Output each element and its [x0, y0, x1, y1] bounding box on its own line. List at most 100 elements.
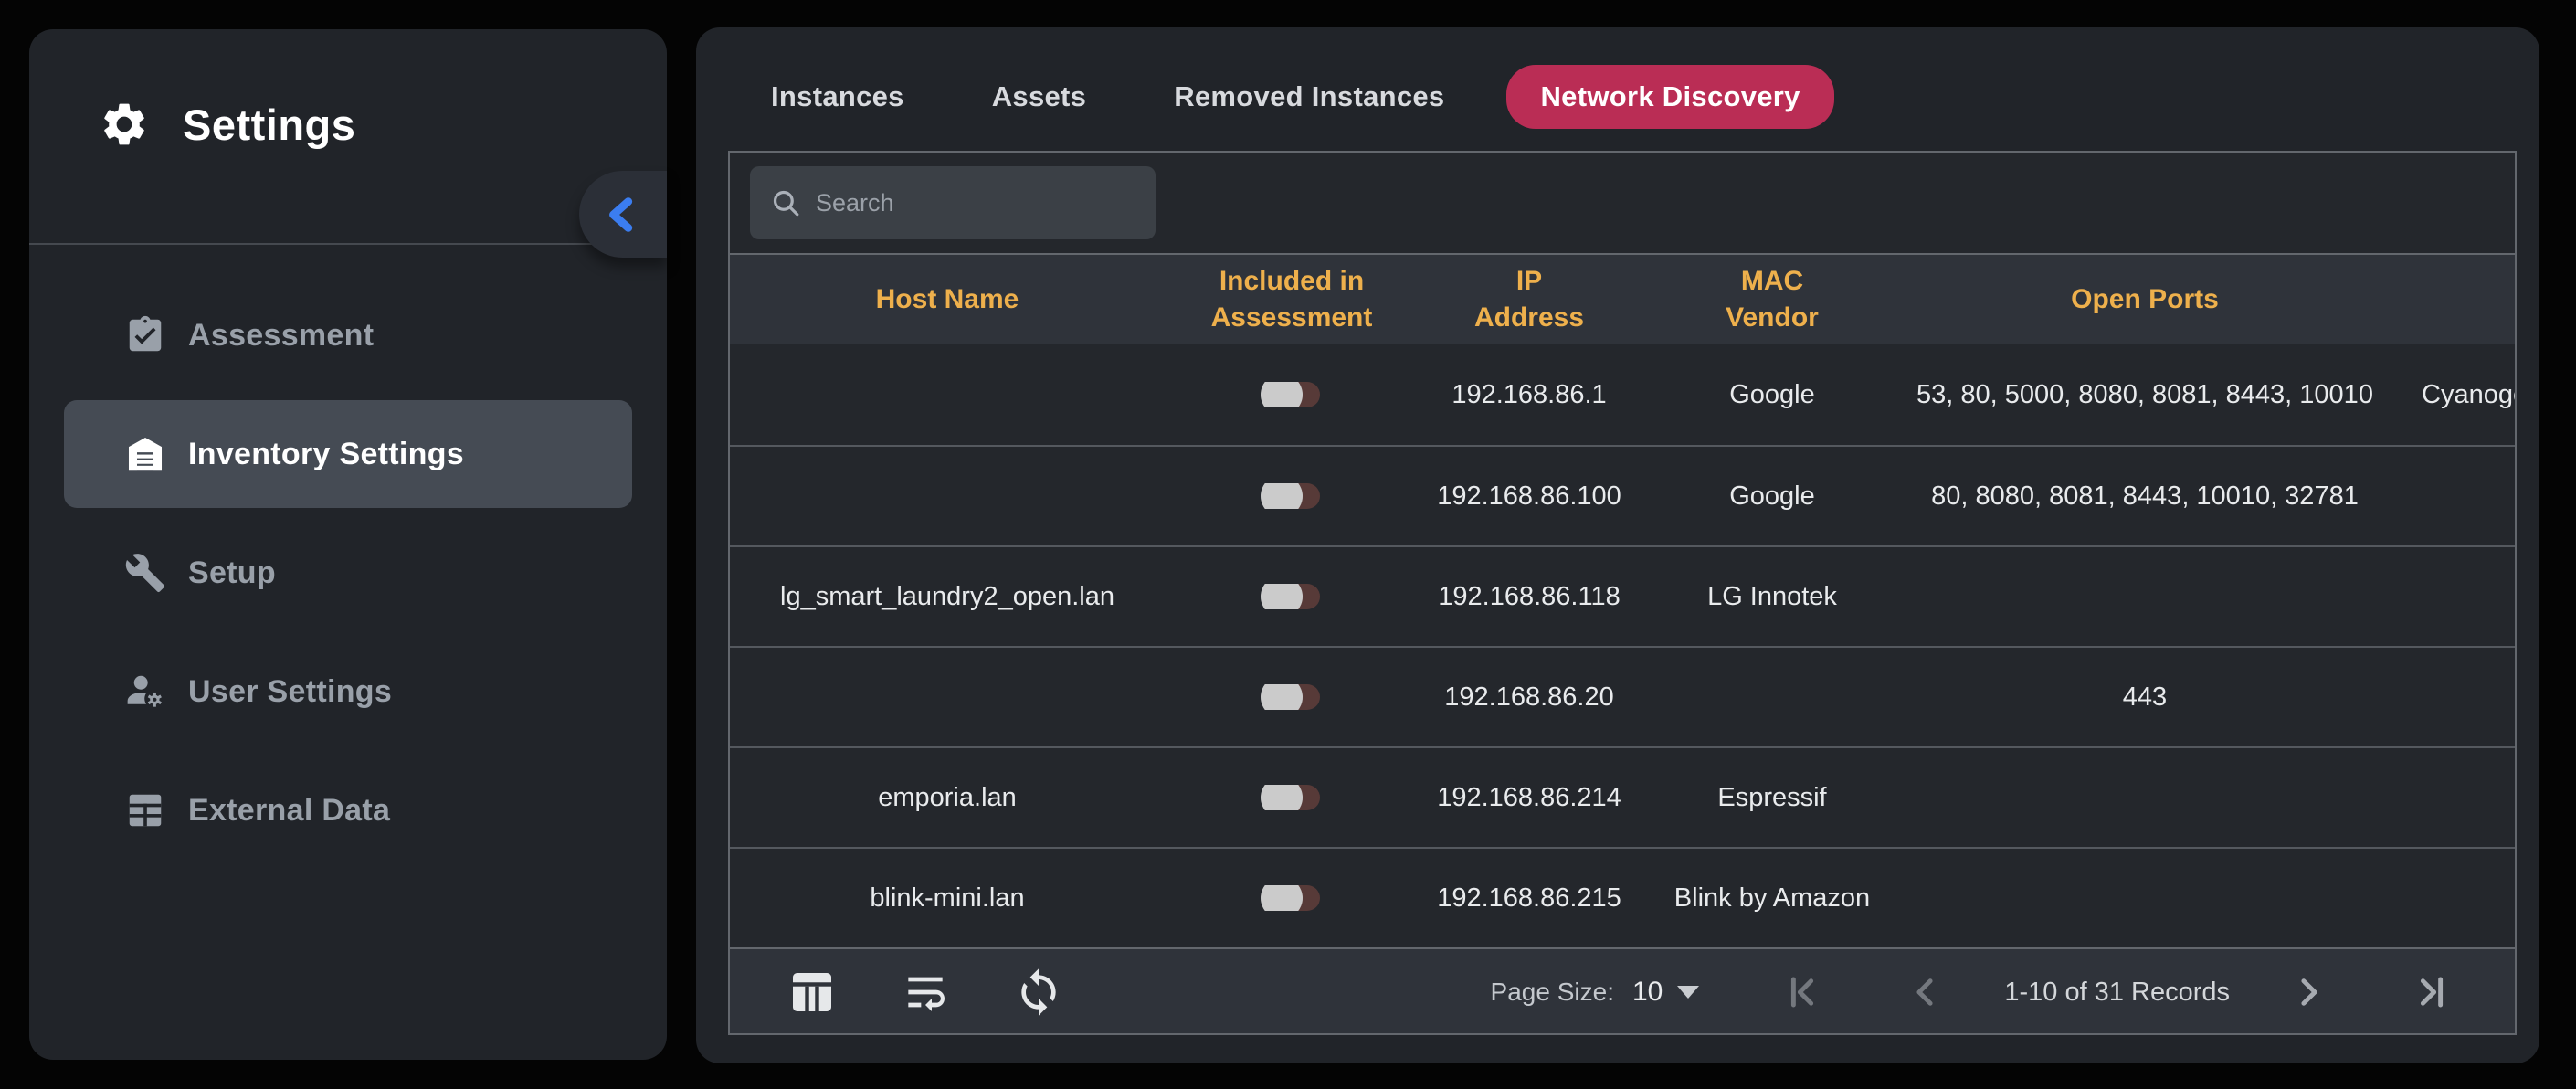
gear-icon	[99, 99, 150, 150]
sidebar-item-user-settings[interactable]: User Settings	[64, 638, 632, 745]
sidebar-item-assessment[interactable]: Assessment	[64, 281, 632, 389]
cell-mac-vendor: Blink by Amazon	[1640, 883, 1905, 914]
page-title: Settings	[183, 100, 355, 150]
column-header-mac-vendor[interactable]: MAC Vendor	[1640, 263, 1905, 337]
table-row: emporia.lan 192.168.86.214 Espressif	[730, 746, 2515, 847]
cell-open-ports: 443	[1905, 682, 2385, 713]
sidebar-header: Settings	[29, 29, 667, 150]
sidebar-item-setup[interactable]: Setup	[64, 519, 632, 627]
sidebar-item-label: Setup	[188, 555, 276, 591]
included-toggle-off[interactable]	[1263, 483, 1320, 509]
next-page-button[interactable]	[2290, 973, 2328, 1011]
included-toggle-off[interactable]	[1263, 684, 1320, 710]
cell-ip-address: 192.168.86.1	[1419, 380, 1640, 410]
caret-down-icon	[1677, 986, 1699, 999]
cell-included-toggle	[1165, 885, 1419, 911]
cell-host-name: lg_smart_laundry2_open.lan	[730, 582, 1165, 612]
grid-toolbar	[730, 153, 2515, 253]
column-chooser-icon	[787, 967, 838, 1018]
column-header-ip-address[interactable]: IP Address	[1419, 263, 1640, 337]
toggle-knob	[1261, 483, 1303, 509]
cell-host-name: emporia.lan	[730, 783, 1165, 813]
cell-mac-vendor: Google	[1640, 380, 1905, 410]
cell-mac-vendor: Espressif	[1640, 783, 1905, 813]
tab-removed-instances[interactable]: Removed Instances	[1174, 80, 1444, 113]
cell-ip-address: 192.168.86.214	[1419, 783, 1640, 813]
refresh-button[interactable]	[1013, 967, 1064, 1018]
search-input[interactable]	[816, 189, 1126, 217]
cell-ip-address: 192.168.86.100	[1419, 481, 1640, 512]
tab-network-discovery[interactable]: Network Discovery	[1506, 65, 1833, 129]
cell-included-toggle	[1165, 382, 1419, 407]
cell-ip-address: 192.168.86.215	[1419, 883, 1640, 914]
cell-open-ports: 80, 8080, 8081, 8443, 10010, 32781	[1905, 481, 2385, 512]
cell-mac-vendor: LG Innotek	[1640, 582, 1905, 612]
search-box	[750, 166, 1156, 239]
sidebar-item-label: External Data	[188, 793, 390, 829]
sidebar-divider	[29, 243, 667, 245]
table-row: 192.168.86.1 Google 53, 80, 5000, 8080, …	[730, 344, 2515, 445]
last-page-button[interactable]	[2412, 973, 2451, 1011]
grid-pager: Page Size: 10 1-10 of 31 Records	[730, 947, 2515, 1035]
first-page-icon	[1783, 973, 1821, 1011]
sidebar-collapse-button[interactable]	[579, 171, 667, 258]
chevron-left-icon	[1906, 973, 1944, 1011]
first-page-button[interactable]	[1783, 973, 1821, 1011]
toggle-knob	[1261, 684, 1303, 710]
clipboard-check-icon	[124, 314, 166, 356]
sidebar-item-external-data[interactable]: External Data	[64, 756, 632, 864]
table-header-row: Host Name Included in Assessment IP Addr…	[730, 253, 2515, 344]
cell-ip-address: 192.168.86.118	[1419, 582, 1640, 612]
wrap-text-button[interactable]	[900, 967, 951, 1018]
main-panel: Instances Assets Removed Instances Netwo…	[696, 27, 2539, 1063]
toggle-knob	[1261, 785, 1303, 810]
cell-included-toggle	[1165, 483, 1419, 509]
sidebar-item-inventory-settings[interactable]: Inventory Settings	[64, 400, 632, 508]
cell-included-toggle	[1165, 785, 1419, 810]
included-toggle-off[interactable]	[1263, 584, 1320, 609]
warehouse-icon	[124, 433, 166, 475]
table-row: 192.168.86.100 Google 80, 8080, 8081, 84…	[730, 445, 2515, 545]
wrench-icon	[124, 552, 166, 594]
last-page-icon	[2412, 973, 2451, 1011]
chevron-left-icon	[602, 194, 644, 236]
table-row: lg_smart_laundry2_open.lan 192.168.86.11…	[730, 545, 2515, 646]
search-icon	[770, 187, 801, 218]
cell-host-name: blink-mini.lan	[730, 883, 1165, 914]
included-toggle-off[interactable]	[1263, 885, 1320, 911]
settings-sidebar: Settings Assessment Inventory Settings	[29, 29, 667, 1060]
tab-assets[interactable]: Assets	[992, 80, 1086, 113]
included-toggle-off[interactable]	[1263, 785, 1320, 810]
refresh-icon	[1013, 967, 1064, 1018]
user-gear-icon	[124, 671, 166, 713]
column-chooser-button[interactable]	[787, 967, 838, 1018]
table-grid-icon	[124, 789, 166, 831]
page-size-label: Page Size:	[1491, 978, 1614, 1007]
sidebar-item-label: User Settings	[188, 674, 392, 710]
wrap-text-icon	[900, 967, 951, 1018]
column-header-open-ports[interactable]: Open Ports	[1905, 281, 2385, 319]
chevron-right-icon	[2290, 973, 2328, 1011]
cell-included-toggle	[1165, 684, 1419, 710]
toggle-knob	[1261, 584, 1303, 609]
previous-page-button[interactable]	[1906, 973, 1944, 1011]
toggle-knob	[1261, 885, 1303, 911]
table-row: blink-mini.lan 192.168.86.215 Blink by A…	[730, 847, 2515, 947]
toggle-knob	[1261, 382, 1303, 407]
included-toggle-off[interactable]	[1263, 382, 1320, 407]
screen: Settings Assessment Inventory Settings	[0, 0, 2576, 1089]
page-size-dropdown[interactable]: 10	[1632, 977, 1699, 1008]
sidebar-item-label: Assessment	[188, 318, 374, 354]
sidebar-item-label: Inventory Settings	[188, 437, 464, 472]
tab-bar: Instances Assets Removed Instances Netwo…	[696, 27, 2539, 128]
network-discovery-grid: Host Name Included in Assessment IP Addr…	[728, 151, 2517, 1035]
page-size-value: 10	[1632, 977, 1663, 1008]
column-header-included-in-assessment[interactable]: Included in Assessment	[1165, 263, 1419, 337]
table-body: 192.168.86.1 Google 53, 80, 5000, 8080, …	[730, 344, 2515, 947]
sidebar-nav: Assessment Inventory Settings Setup User…	[29, 281, 667, 864]
cell-included-toggle	[1165, 584, 1419, 609]
records-count: 1-10 of 31 Records	[2004, 978, 2230, 1008]
cell-open-ports: 53, 80, 5000, 8080, 8081, 8443, 10010	[1905, 380, 2385, 410]
column-header-host-name[interactable]: Host Name	[730, 281, 1165, 319]
tab-instances[interactable]: Instances	[771, 80, 904, 113]
